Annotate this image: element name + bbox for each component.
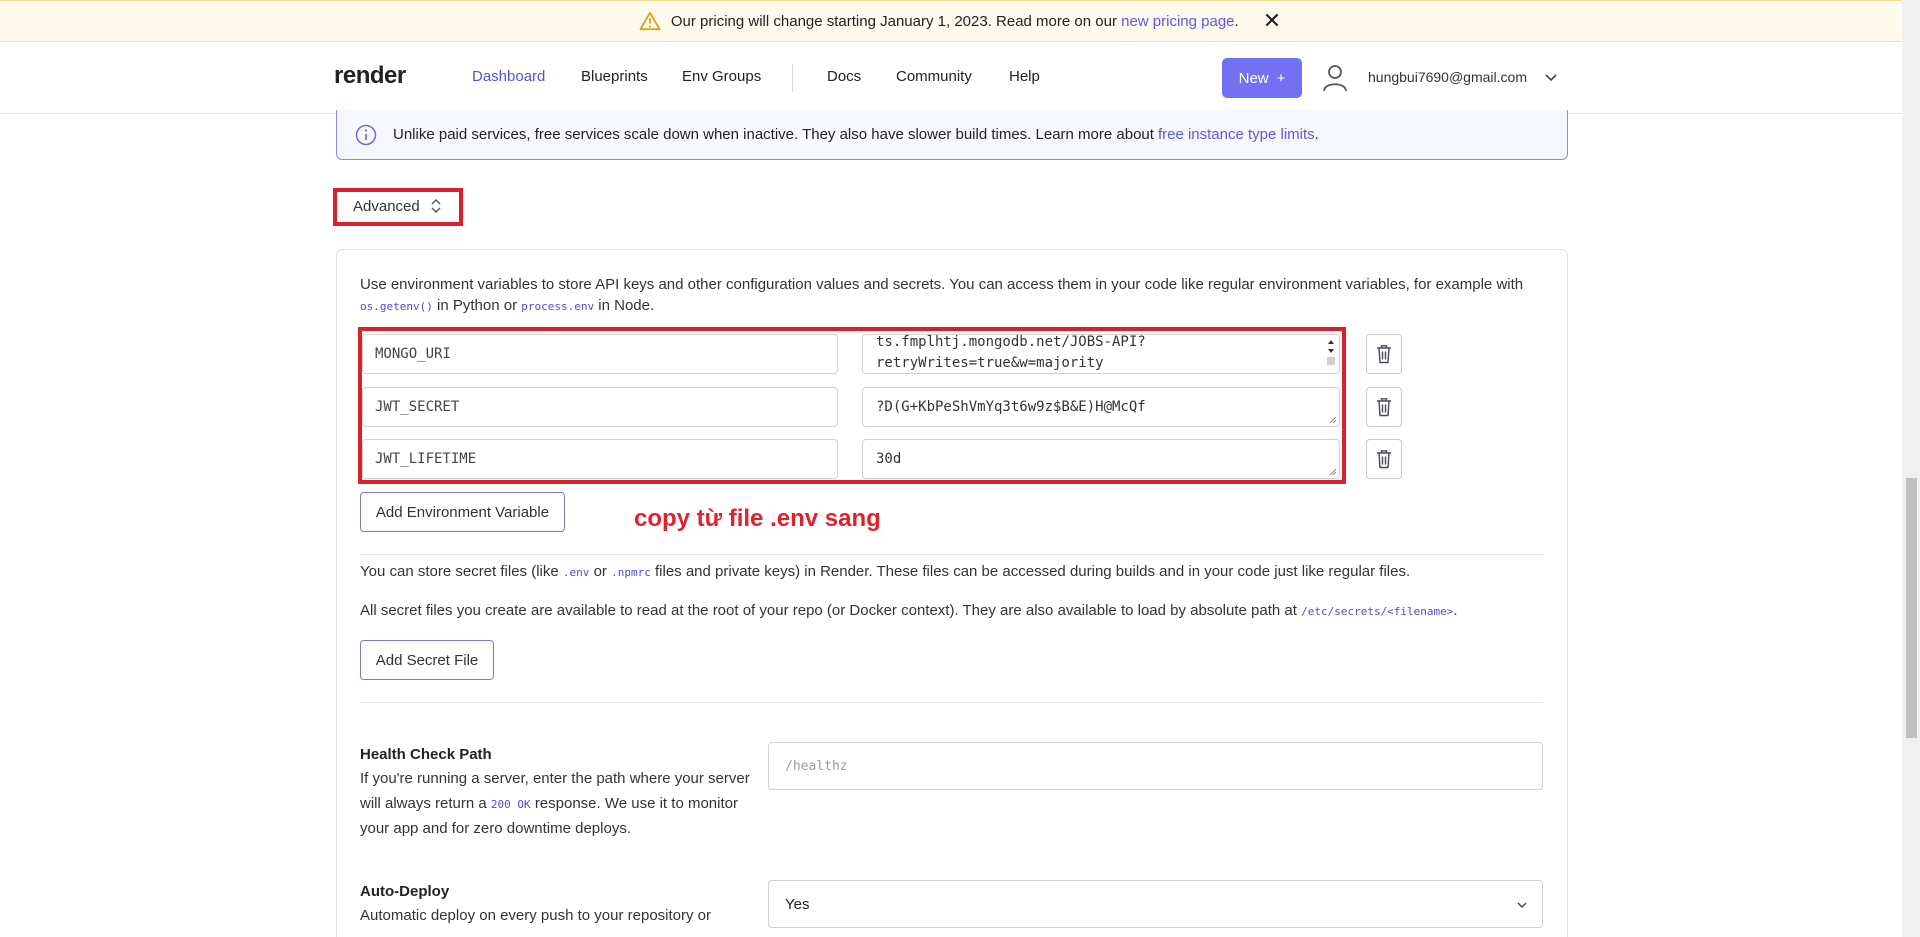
advanced-label: Advanced — [353, 197, 420, 215]
user-icon[interactable] — [1322, 64, 1348, 92]
info-suffix: . — [1314, 126, 1319, 143]
code-process-env: process.env — [521, 300, 595, 313]
env-value-input[interactable]: 30d — [862, 439, 1340, 479]
secret-desc-text: All secret files you create are availabl… — [360, 602, 1297, 619]
pricing-banner: Our pricing will change starting January… — [0, 0, 1920, 42]
code-env: .env — [562, 566, 590, 579]
free-instance-limits-link[interactable]: free instance type limits — [1158, 126, 1315, 143]
delete-env-button[interactable] — [1366, 387, 1402, 427]
nav-docs[interactable]: Docs — [827, 68, 861, 85]
env-desc-text-2: in Python or — [437, 297, 518, 314]
annotation-text: copy từ file .env sang — [634, 505, 881, 532]
secret-desc-text: You can store secret files (like — [360, 563, 559, 580]
env-key-input[interactable]: MONGO_URI — [362, 334, 838, 374]
trash-icon — [1377, 398, 1391, 417]
secret-desc-text: . — [1453, 602, 1458, 619]
nav-community[interactable]: Community — [896, 68, 972, 85]
env-value-input[interactable]: ts.fmplhtj.mongodb.net/JOBS-API? retryWr… — [862, 334, 1340, 374]
banner-suffix: . — [1234, 12, 1239, 30]
auto-deploy-label: Auto-Deploy — [360, 883, 450, 900]
secret-desc-text: files and private keys) in Render. These… — [655, 563, 1411, 580]
top-nav: render Dashboard Blueprints Env Groups D… — [0, 42, 1902, 114]
code-npmrc: .npmrc — [611, 566, 651, 579]
chevron-down-icon[interactable] — [1544, 70, 1558, 84]
health-check-path-input[interactable]: /healthz — [768, 742, 1543, 790]
auto-deploy-select[interactable]: Yes — [768, 880, 1543, 928]
advanced-toggle[interactable]: Advanced — [336, 188, 462, 224]
divider — [360, 702, 1543, 703]
code-200-ok: 200 OK — [490, 797, 531, 811]
page-scrollbar[interactable] — [1902, 0, 1920, 937]
nav-dashboard[interactable]: Dashboard — [472, 68, 545, 85]
code-secrets-path: /etc/secrets/<filename> — [1301, 605, 1454, 618]
nav-help[interactable]: Help — [1009, 68, 1040, 85]
trash-icon — [1377, 345, 1391, 364]
env-value-line: retryWrites=true&w=majority — [876, 355, 1104, 371]
auto-deploy-help: Automatic deploy on every push to your r… — [360, 907, 712, 924]
env-desc-text: Use environment variables to store API k… — [360, 276, 1524, 293]
banner-text: Our pricing will change starting January… — [670, 12, 1117, 30]
env-description: Use environment variables to store API k… — [360, 274, 1540, 317]
resize-handle-icon[interactable] — [1329, 468, 1337, 476]
scrollbar-thumb[interactable] — [1906, 478, 1917, 738]
env-desc-text-3: in Node. — [598, 297, 655, 314]
health-check-help: If you're running a server, enter the pa… — [360, 767, 750, 842]
nav-blueprints[interactable]: Blueprints — [581, 68, 648, 85]
chevron-down-icon — [1517, 902, 1527, 909]
env-key-input[interactable]: JWT_SECRET — [362, 387, 838, 427]
env-value-input[interactable]: ?D(G+KbPeShVmYq3t6w9z$B&E)H@McQf — [862, 387, 1340, 427]
collapse-icon — [431, 199, 441, 213]
env-value-line: ts.fmplhtj.mongodb.net/JOBS-API? — [876, 334, 1146, 350]
trash-icon — [1377, 450, 1391, 469]
new-button-label: New — [1238, 69, 1269, 87]
auto-deploy-value: Yes — [785, 895, 810, 913]
env-key-input[interactable]: JWT_LIFETIME — [362, 439, 838, 479]
env-value-line: 30d — [876, 451, 902, 467]
nav-env-groups[interactable]: Env Groups — [682, 68, 761, 85]
warning-icon — [639, 11, 661, 31]
new-pricing-link[interactable]: new pricing page — [1121, 13, 1234, 30]
info-icon — [355, 124, 377, 145]
render-logo[interactable]: render — [334, 62, 406, 90]
new-button[interactable]: New + — [1222, 58, 1302, 98]
divider — [360, 554, 1543, 555]
free-instance-info: Unlike paid services, free services scal… — [336, 110, 1568, 160]
close-icon[interactable]: ✕ — [1263, 10, 1281, 32]
delete-env-button[interactable] — [1366, 439, 1402, 479]
delete-env-button[interactable] — [1366, 334, 1402, 374]
plus-icon: + — [1276, 69, 1286, 87]
resize-handle-icon[interactable] — [1329, 416, 1337, 424]
secret-files-path-desc: All secret files you create are availabl… — [360, 602, 1458, 619]
info-text: Unlike paid services, free services scal… — [393, 126, 1154, 143]
env-value-line: ?D(G+KbPeShVmYq3t6w9z$B&E)H@McQf — [876, 399, 1146, 415]
nav-divider — [792, 64, 793, 92]
add-env-variable-button[interactable]: Add Environment Variable — [360, 492, 565, 532]
user-email[interactable]: hungbui7690@gmail.com — [1368, 69, 1527, 85]
textarea-scrollbar[interactable] — [1326, 338, 1336, 366]
secret-files-desc: You can store secret files (like .env or… — [360, 563, 1410, 580]
code-getenv: os.getenv() — [360, 300, 433, 313]
secret-desc-text: or — [593, 563, 607, 580]
health-check-label: Health Check Path — [360, 746, 492, 763]
add-secret-file-button[interactable]: Add Secret File — [360, 640, 494, 680]
